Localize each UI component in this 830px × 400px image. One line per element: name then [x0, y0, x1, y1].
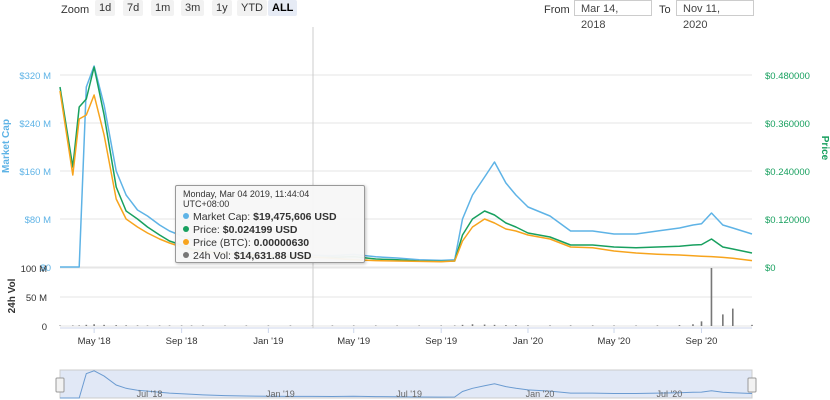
navigator-tick-label: Jan '20: [526, 389, 555, 399]
volume-bar: [168, 325, 171, 326]
navigator-tick-label: Jan '19: [266, 389, 295, 399]
volume-bar: [289, 325, 292, 326]
market-cap-tick-label: $80 M: [25, 215, 51, 226]
volume-bar: [613, 325, 615, 326]
x-tick-label: Sep '18: [166, 336, 198, 347]
tooltip-row-volume: 24h Vol: $14,631.88 USD: [183, 250, 357, 263]
volume-bar: [59, 325, 61, 326]
volume-tick-label: 100 M: [21, 264, 47, 275]
market-cap-tick-label: $160 M: [19, 167, 51, 178]
market-cap-axis-title: Market Cap: [1, 119, 12, 173]
tooltip-row-market-cap: Market Cap: $19,475,606 USD: [183, 211, 357, 224]
price-tick-label: $0.360000: [765, 119, 810, 130]
price-btc-line: [59, 90, 753, 263]
volume-bar: [374, 325, 377, 326]
navigator-left-handle[interactable]: [55, 377, 65, 393]
volume-bar: [352, 325, 355, 326]
volume-bar: [678, 325, 681, 326]
volume-bar: [656, 325, 659, 326]
volume-bar: [78, 325, 81, 326]
volume-tick-label: 50 M: [26, 293, 47, 304]
volume-bar: [125, 325, 127, 326]
navigator-right-handle[interactable]: [747, 377, 757, 393]
market-cap-tick-label: $240 M: [19, 119, 51, 130]
price-btc-dot-icon: [183, 239, 189, 245]
market-cap-tick-label: $320 M: [19, 71, 51, 82]
market-cap-dot-icon: [183, 213, 189, 219]
volume-bar: [483, 324, 486, 326]
volume-bar: [505, 325, 507, 326]
volume-bar: [493, 324, 496, 326]
x-tick-label: May '18: [78, 336, 111, 347]
volume-bar: [515, 325, 517, 326]
navigator-tick-label: Jul '18: [137, 389, 163, 399]
x-tick-label: Sep '19: [425, 336, 457, 347]
x-tick-label: May '19: [337, 336, 370, 347]
volume-bar: [591, 325, 594, 326]
volume-bar: [85, 324, 88, 326]
volume-bar: [751, 324, 753, 326]
volume-axis-title: 24h Vol: [7, 278, 18, 313]
volume-bar: [710, 268, 713, 326]
price-tick-label: $0.480000: [765, 71, 810, 82]
volume-bar: [569, 325, 572, 326]
volume-bar: [453, 325, 456, 326]
volume-bar: [418, 325, 420, 326]
chart-canvas: $0$80 M$160 M$240 M$320 M$0$0.120000$0.2…: [1, 27, 830, 399]
volume-bar: [440, 325, 443, 326]
volume-bar: [692, 324, 694, 326]
volume-bar: [331, 325, 334, 326]
price-tick-label: $0.120000: [765, 215, 810, 226]
x-tick-label: Sep '20: [686, 336, 718, 347]
navigator-tick-label: Jul '19: [396, 389, 422, 399]
volume-bar: [267, 325, 270, 326]
volume-bar: [471, 324, 474, 326]
volume-bar: [103, 324, 105, 326]
volume-bar: [700, 321, 703, 326]
volume-dot-icon: [183, 252, 189, 258]
volume-bar: [180, 325, 183, 326]
volume-bar: [146, 325, 149, 326]
volume-bar: [72, 325, 74, 326]
tooltip-date: Monday, Mar 04 2019, 11:44:04 UTC+08:00: [183, 189, 310, 209]
price-dot-icon: [183, 226, 189, 232]
volume-bar: [722, 314, 724, 326]
volume-bar: [115, 325, 117, 326]
chart-tooltip: Monday, Mar 04 2019, 11:44:04 UTC+08:00 …: [175, 185, 365, 263]
volume-bar: [190, 325, 193, 326]
volume-bar: [136, 325, 139, 326]
volume-bar: [549, 325, 551, 326]
x-tick-label: Jan '19: [253, 336, 283, 347]
price-tick-label: $0.240000: [765, 167, 810, 178]
volume-bar: [635, 325, 637, 326]
volume-bar: [245, 325, 248, 326]
volume-bar: [396, 325, 398, 326]
volume-tick-label: 0: [42, 322, 47, 333]
volume-bar: [527, 325, 529, 326]
volume-bar: [93, 324, 95, 326]
volume-bar: [224, 325, 226, 326]
volume-bar: [731, 308, 734, 326]
volume-bar: [158, 325, 161, 326]
price-tick-label: $0: [765, 263, 776, 274]
tooltip-row-price: Price: $0.024199 USD: [183, 224, 357, 237]
volume-bar: [461, 324, 464, 326]
x-tick-label: Jan '20: [513, 336, 543, 347]
price-axis-title: Price: [819, 136, 830, 161]
volume-bar: [202, 325, 204, 326]
navigator-tick-label: Jul '20: [657, 389, 683, 399]
tooltip-row-price-btc: Price (BTC): 0.00000630: [183, 237, 357, 250]
x-tick-label: May '20: [598, 336, 631, 347]
